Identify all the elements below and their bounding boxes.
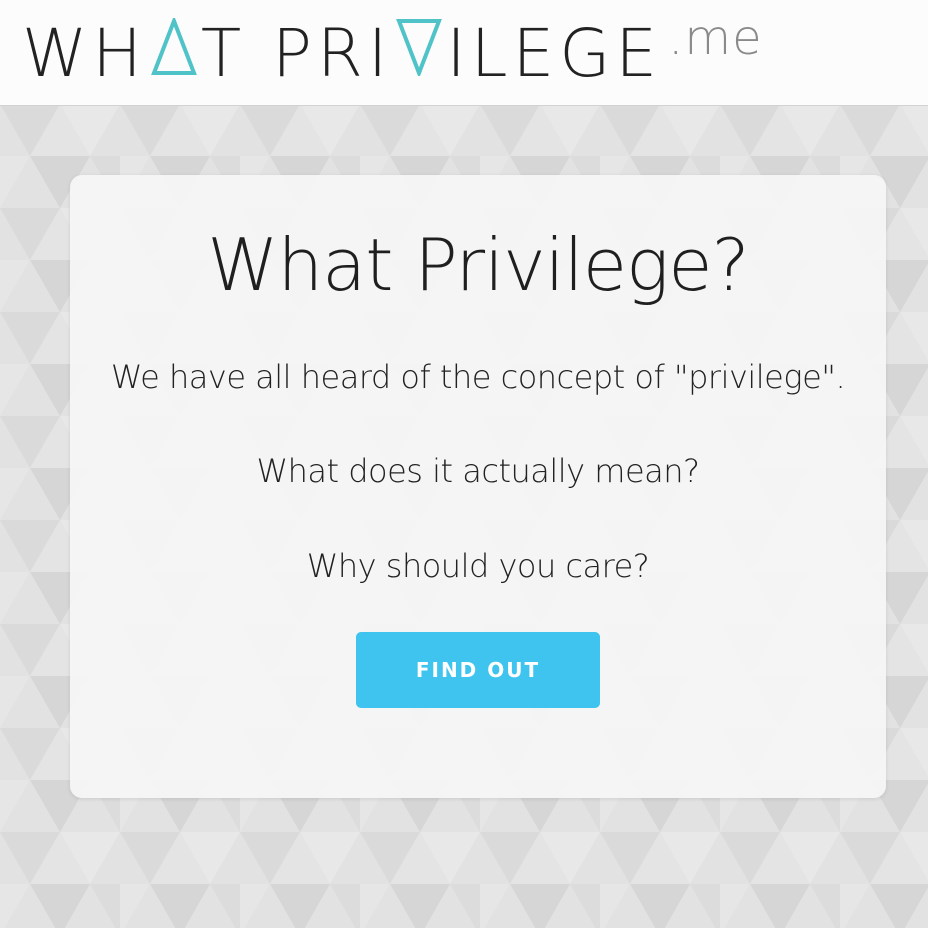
logo-domain-suffix: .me: [668, 10, 763, 66]
triangle-down-icon: [396, 19, 443, 76]
site-logo[interactable]: WH T PRI ILEGE .me: [22, 0, 763, 105]
triangle-up-icon: [150, 18, 197, 75]
intro-text-line-3: Why should you care?: [306, 547, 650, 585]
intro-text-line-2: What does it actually mean?: [256, 452, 700, 490]
intro-text-line-1: We have all heard of the concept of "pri…: [110, 358, 846, 396]
logo-text-ilege: ILEGE: [446, 15, 663, 92]
logo-wordmark: WH T PRI ILEGE: [22, 18, 662, 87]
find-out-button[interactable]: FIND OUT: [356, 632, 600, 708]
page-title: What Privilege?: [207, 223, 749, 307]
logo-text-t-pri: T PRI: [200, 15, 393, 92]
intro-card: What Privilege? We have all heard of the…: [70, 175, 886, 798]
logo-text-wh: WH: [22, 15, 147, 92]
site-header: WH T PRI ILEGE .me: [0, 0, 928, 106]
